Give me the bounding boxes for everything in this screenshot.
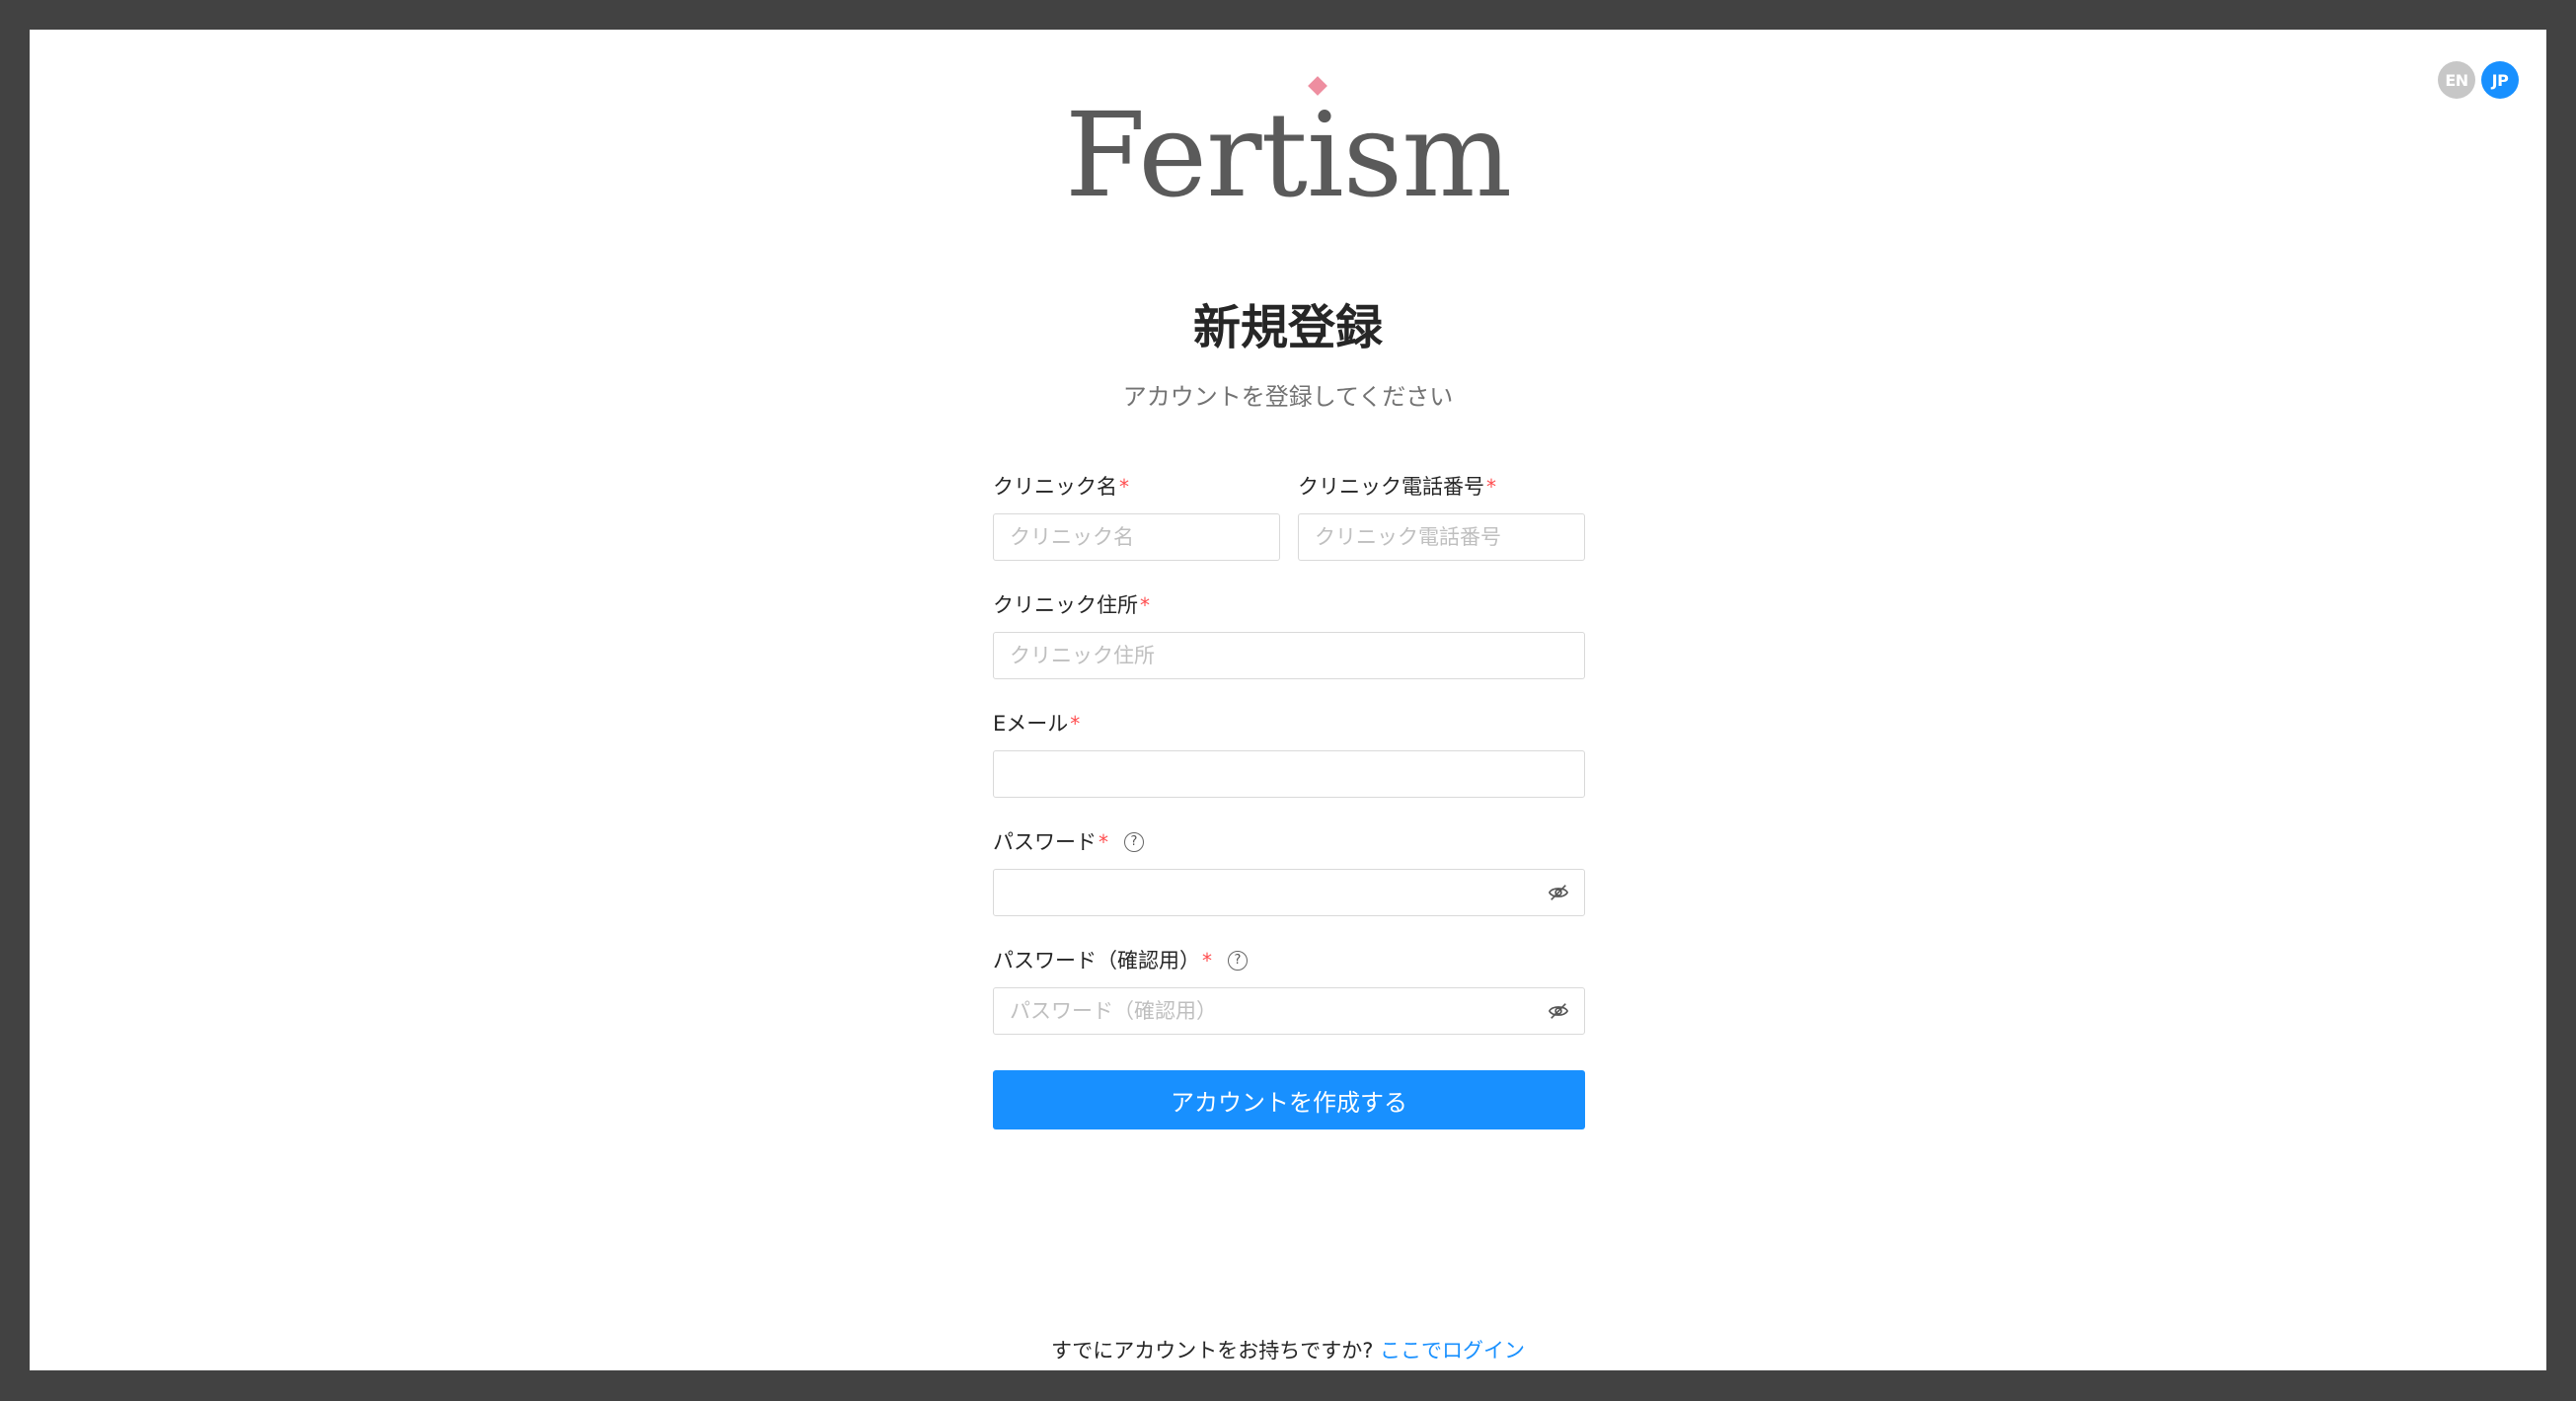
password-label-text: パスワード [993, 830, 1097, 854]
clinic-name-input[interactable] [993, 513, 1280, 561]
signup-form: クリニック名* クリニック電話番号* クリニック住所* Eメール* [993, 474, 1585, 1129]
logo: Fertism [30, 91, 2546, 219]
password-confirm-field: パスワード（確認用） * ? [993, 948, 1585, 1035]
password-confirm-label: パスワード（確認用） * ? [993, 948, 1585, 973]
logo-text: Fertism [1064, 87, 1512, 223]
clinic-address-label: クリニック住所 * [993, 592, 1585, 618]
clinic-address-field: クリニック住所 * [993, 592, 1585, 679]
create-account-button[interactable]: アカウントを作成する [993, 1070, 1585, 1129]
password-field: パスワード * ? [993, 829, 1585, 916]
required-mark: * [1070, 712, 1081, 736]
password-confirm-input[interactable] [993, 987, 1585, 1035]
required-mark: * [1486, 475, 1496, 499]
password-label: パスワード * ? [993, 829, 1585, 855]
required-mark: * [1140, 593, 1150, 617]
question-circle-icon[interactable]: ? [1124, 832, 1144, 852]
clinic-phone-input[interactable] [1298, 513, 1585, 561]
eye-invisible-icon[interactable] [1548, 1001, 1569, 1021]
page-subtitle: アカウントを登録してください [1122, 383, 1454, 411]
clinic-name-label: クリニック名 * [993, 474, 1280, 500]
email-label: Eメール * [993, 711, 1585, 737]
login-link[interactable]: ここでログイン [1380, 1339, 1525, 1362]
required-mark: * [1119, 475, 1129, 499]
clinic-phone-label-text: クリニック電話番号 [1298, 475, 1484, 499]
eye-invisible-icon[interactable] [1548, 883, 1569, 902]
email-input[interactable] [993, 750, 1585, 798]
password-confirm-input-wrap [993, 987, 1585, 1035]
clinic-address-label-text: クリニック住所 [993, 593, 1138, 617]
clinic-row: クリニック名* クリニック電話番号* [993, 474, 1585, 561]
password-input-wrap [993, 869, 1585, 916]
required-mark: * [1202, 949, 1212, 973]
email-label-text: Eメール [993, 712, 1069, 736]
clinic-phone-label: クリニック電話番号 * [1298, 474, 1585, 500]
password-input[interactable] [993, 869, 1585, 916]
clinic-phone-field: クリニック電話番号 * [1298, 474, 1585, 561]
question-circle-icon[interactable]: ? [1228, 951, 1248, 971]
page-frame: EN JP Fertism 新規登録 アカウントを登録してください クリニック名… [30, 30, 2546, 1370]
clinic-name-label-text: クリニック名 [993, 475, 1117, 499]
password-confirm-label-text: パスワード（確認用） [993, 949, 1200, 973]
page-title: 新規登録 [1192, 300, 1383, 355]
email-field: Eメール * [993, 711, 1585, 798]
clinic-name-field: クリニック名 * [993, 474, 1280, 561]
login-prompt: すでにアカウントをお持ちですか? ここでログイン [30, 1335, 2546, 1364]
required-mark: * [1099, 830, 1108, 854]
login-prompt-text: すでにアカウントをお持ちですか? [1050, 1339, 1381, 1362]
clinic-address-input[interactable] [993, 632, 1585, 679]
